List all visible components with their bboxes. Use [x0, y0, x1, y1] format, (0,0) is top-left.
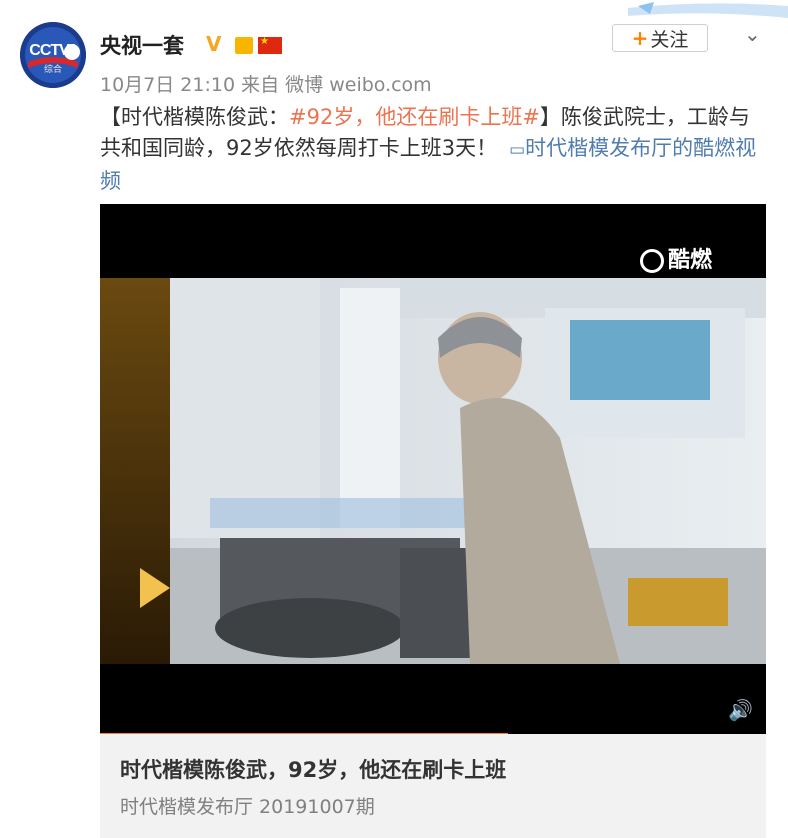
- header-swoosh-decoration: [628, 2, 788, 18]
- video-frame: [100, 278, 766, 664]
- username[interactable]: 央视一套: [100, 30, 184, 60]
- source-client[interactable]: 微博 weibo.com: [285, 74, 432, 96]
- avatar-logo-text: CCTV1: [29, 42, 77, 59]
- title-bracket-close: 】: [539, 105, 561, 129]
- kuran-watermark: 酷燃: [640, 242, 712, 274]
- speaker-icon[interactable]: 🔊: [728, 698, 753, 722]
- hashtag-link[interactable]: #92岁，他还在刷卡上班#: [289, 105, 540, 129]
- timestamp[interactable]: 10月7日 21:10: [100, 74, 235, 96]
- verified-badge: V: [206, 32, 222, 56]
- avatar-sub-text: 综合: [43, 65, 62, 75]
- video-player[interactable]: 酷燃 🔊: [100, 204, 766, 734]
- avatar[interactable]: CCTV1 综合: [20, 22, 86, 88]
- post-text: 【时代楷模陈俊武：#92岁，他还在刷卡上班#】陈俊武院士，工龄与共和国同龄，92…: [100, 102, 770, 197]
- watermark-text: 酷燃: [668, 248, 713, 273]
- video-card-title: 时代楷模陈俊武，92岁，他还在刷卡上班: [120, 758, 507, 782]
- follow-label: 关注: [650, 28, 689, 51]
- source-prefix: 来自: [241, 74, 280, 96]
- china-flag-icon: [258, 36, 282, 54]
- video-link-icon: ▭: [509, 140, 526, 160]
- chevron-down-icon[interactable]: ⌄: [744, 22, 761, 46]
- follow-button[interactable]: + 关注: [612, 24, 708, 52]
- member-badge-icon: [235, 37, 253, 54]
- post-meta: 10月7日 21:10 来自 微博 weibo.com: [100, 70, 432, 97]
- video-card-info[interactable]: 时代楷模陈俊武，92岁，他还在刷卡上班 时代楷模发布厅 20191007期: [100, 734, 766, 838]
- plus-icon: +: [631, 26, 649, 50]
- title-bracket-open: 【时代楷模陈俊武：: [100, 105, 289, 129]
- kuran-logo-icon: [640, 249, 664, 273]
- video-card-subtitle: 时代楷模发布厅 20191007期: [120, 796, 375, 818]
